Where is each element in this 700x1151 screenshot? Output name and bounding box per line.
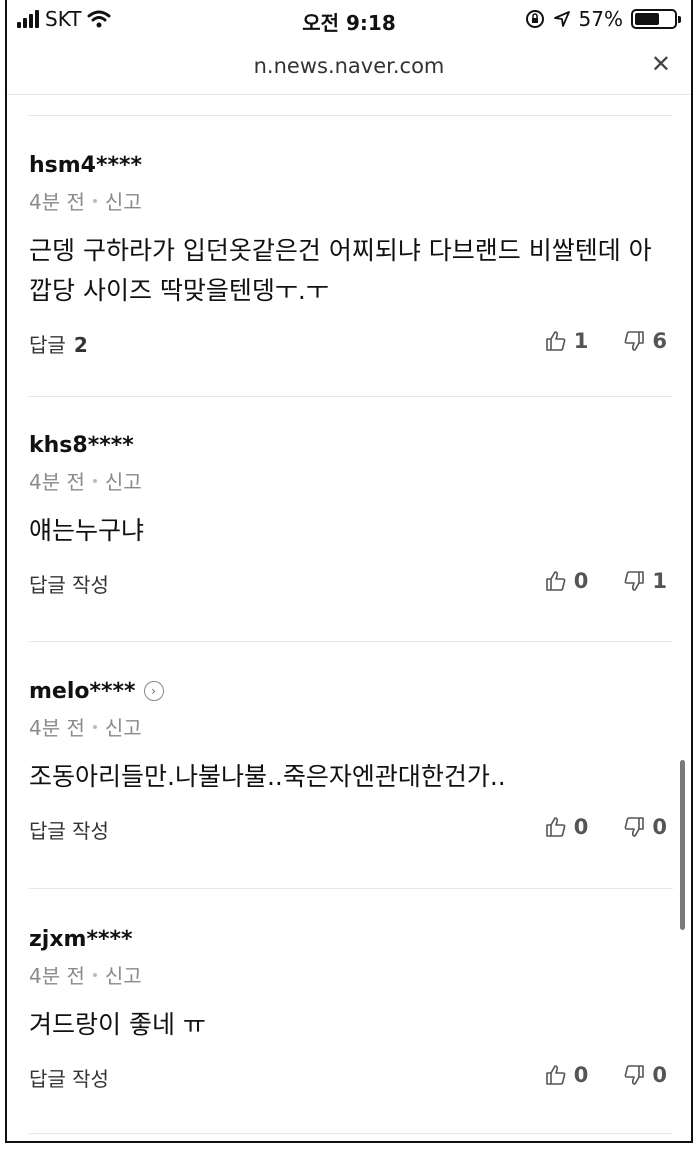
dislike-count: 0 [652, 815, 667, 839]
vote-group: 0 1 [544, 569, 667, 593]
rotation-lock-icon [525, 10, 544, 28]
user-id[interactable]: melo**** [29, 679, 136, 704]
report-link[interactable]: 신고 [105, 960, 142, 989]
comment-meta: 4분 전 신고 [29, 186, 669, 215]
thumbs-up-icon [545, 571, 566, 591]
vote-group: 0 0 [544, 1063, 667, 1087]
divider [29, 115, 673, 116]
browser-url-bar: n.news.naver.com ✕ [7, 40, 691, 95]
thumbs-down-icon [624, 331, 645, 351]
comment-text: 얘는누구냐 [29, 516, 145, 545]
comment-time: 4분 전 [29, 964, 85, 988]
write-reply-button[interactable]: 답글 작성 [29, 573, 109, 597]
divider [29, 641, 673, 642]
phone-screen: SKT 오전 9:18 57% n.news.naver.com ✕ hsm4*… [5, 0, 693, 1143]
url-text[interactable]: n.news.naver.com [7, 54, 691, 78]
write-reply-button[interactable]: 답글 작성 [29, 1067, 109, 1091]
comment-time: 4분 전 [29, 190, 85, 214]
divider [29, 1133, 673, 1134]
separator-dot [92, 478, 97, 483]
reply-label: 답글 작성 [29, 1067, 109, 1091]
comment-meta: 4분 전 신고 [29, 960, 669, 989]
comment-user[interactable]: melo**** › [29, 676, 669, 706]
vote-group: 1 6 [544, 329, 667, 353]
report-link[interactable]: 신고 [105, 466, 142, 495]
dislike-button[interactable]: 1 [622, 569, 667, 593]
comment-time: 4분 전 [29, 470, 85, 494]
dislike-button[interactable]: 0 [622, 1063, 667, 1087]
comment-meta: 4분 전 신고 [29, 712, 669, 741]
like-button[interactable]: 0 [544, 815, 589, 839]
chevron-right-icon[interactable]: › [143, 681, 164, 701]
comment-text: 근뎅 구하라가 입던옷같은건 어찌되냐 다브랜드 비쌀텐데 아깝당 사이즈 딱맞… [29, 236, 652, 305]
dislike-count: 6 [652, 329, 667, 353]
battery-percent: 57% [578, 7, 623, 31]
divider [29, 888, 673, 889]
like-button[interactable]: 0 [544, 1063, 589, 1087]
report-link[interactable]: 신고 [105, 712, 142, 741]
user-id[interactable]: hsm4**** [29, 153, 142, 178]
close-icon[interactable]: ✕ [651, 52, 671, 76]
comment-footer: 답글 작성 0 1 [29, 569, 669, 599]
reply-button[interactable]: 답글 2 [29, 333, 88, 357]
comment-footer: 답글 작성 0 0 [29, 815, 669, 845]
user-id[interactable]: zjxm**** [29, 927, 132, 952]
status-bar: SKT 오전 9:18 57% [7, 0, 691, 40]
separator-dot [92, 724, 97, 729]
location-arrow-icon [553, 11, 570, 27]
thumbs-up-icon [545, 1065, 566, 1085]
like-button[interactable]: 1 [544, 329, 589, 353]
dislike-count: 1 [652, 569, 667, 593]
write-reply-button[interactable]: 답글 작성 [29, 819, 109, 843]
reply-label: 답글 작성 [29, 819, 109, 843]
dislike-button[interactable]: 6 [622, 329, 667, 353]
vote-group: 0 0 [544, 815, 667, 839]
comment-footer: 답글 작성 0 0 [29, 1063, 669, 1093]
reply-label: 답글 [29, 333, 66, 357]
comment-item: khs8**** 4분 전 신고 얘는누구냐 답글 작성 0 1 [29, 430, 669, 599]
like-count: 0 [573, 815, 589, 839]
comment-meta: 4분 전 신고 [29, 466, 669, 495]
user-id[interactable]: khs8**** [29, 433, 134, 458]
comment-text: 겨드랑이 좋네 ㅠ [29, 1010, 206, 1039]
status-right: 57% [525, 7, 681, 31]
dislike-count: 0 [652, 1063, 667, 1087]
like-button[interactable]: 0 [544, 569, 589, 593]
dislike-button[interactable]: 0 [622, 815, 667, 839]
comment-footer: 답글 2 1 6 [29, 329, 669, 359]
reply-count: 2 [73, 333, 88, 357]
thumbs-up-icon [545, 331, 566, 351]
comment-user[interactable]: hsm4**** [29, 150, 669, 180]
reply-label: 답글 작성 [29, 573, 109, 597]
like-count: 0 [573, 1063, 589, 1087]
thumbs-down-icon [624, 1065, 645, 1085]
comment-time: 4분 전 [29, 716, 85, 740]
comment-item: zjxm**** 4분 전 신고 겨드랑이 좋네 ㅠ 답글 작성 0 0 [29, 924, 669, 1093]
comment-user[interactable]: zjxm**** [29, 924, 669, 954]
thumbs-down-icon [624, 817, 645, 837]
comment-user[interactable]: khs8**** [29, 430, 669, 460]
thumbs-down-icon [624, 571, 645, 591]
like-count: 1 [573, 329, 589, 353]
divider [29, 396, 673, 397]
report-link[interactable]: 신고 [105, 186, 142, 215]
battery-icon [631, 9, 681, 29]
separator-dot [92, 198, 97, 203]
separator-dot [92, 972, 97, 977]
comment-text: 조동아리들만.나불나불..죽은자엔관대한건가.. [29, 762, 506, 791]
like-count: 0 [573, 569, 589, 593]
scroll-indicator[interactable] [680, 760, 685, 930]
comment-item: melo**** › 4분 전 신고 조동아리들만.나불나불..죽은자엔관대한건… [29, 676, 669, 845]
thumbs-up-icon [545, 817, 566, 837]
comment-item: hsm4**** 4분 전 신고 근뎅 구하라가 입던옷같은건 어찌되냐 다브랜… [29, 150, 669, 359]
